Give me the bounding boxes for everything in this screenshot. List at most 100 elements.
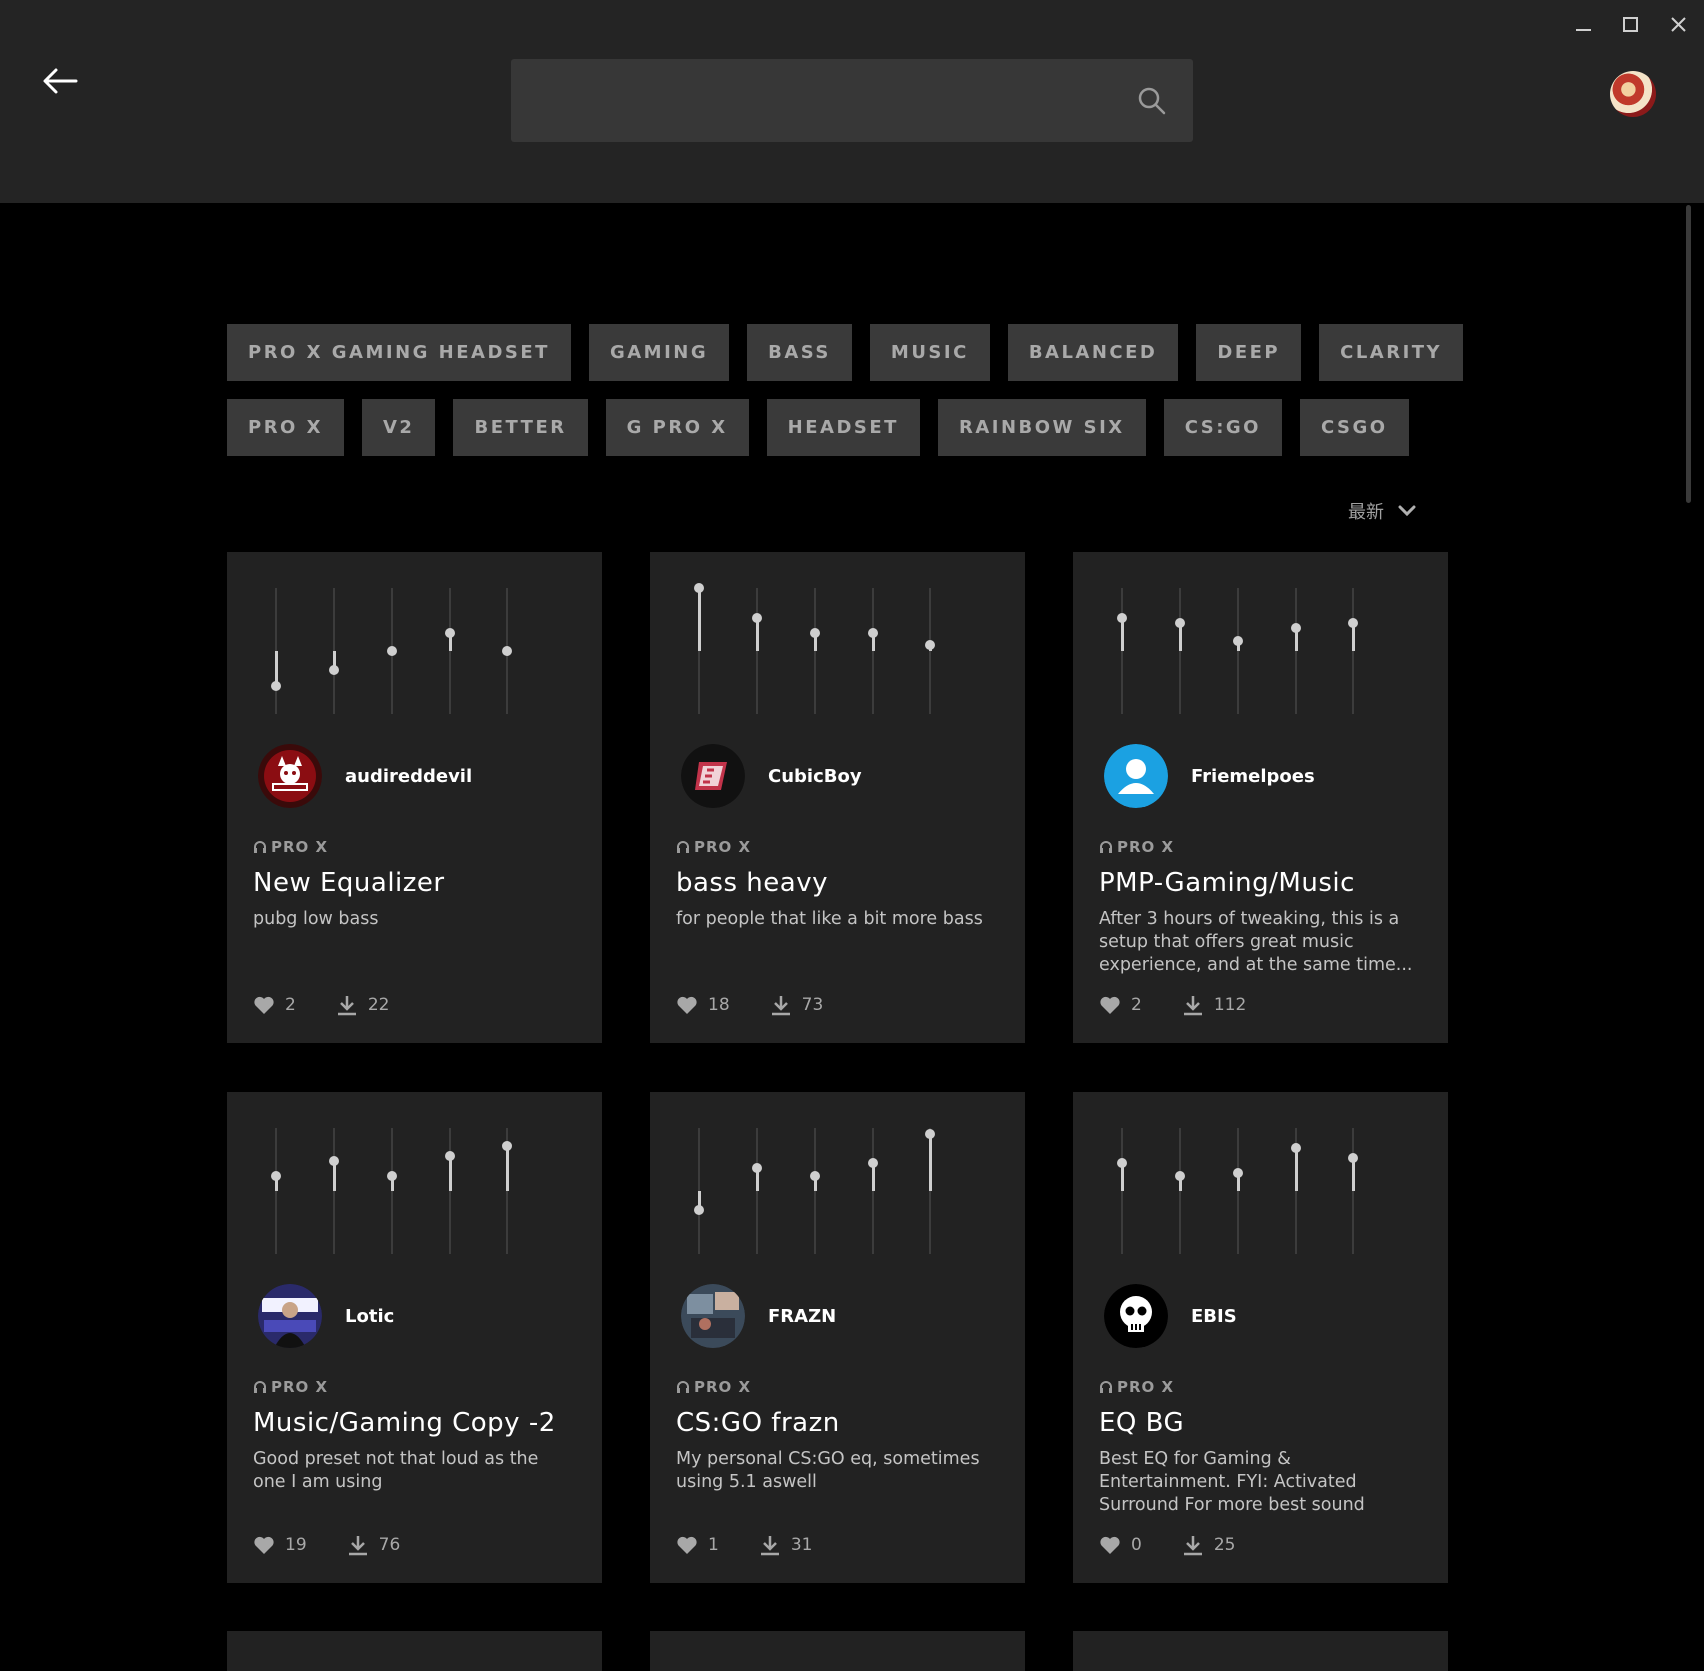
heart-icon[interactable] bbox=[676, 1535, 698, 1555]
tag-row: PRO X GAMING HEADSET GAMING BASS MUSIC B… bbox=[227, 324, 1487, 381]
back-button[interactable] bbox=[40, 66, 90, 106]
eq-band-knob bbox=[445, 1151, 455, 1161]
like-button[interactable]: 0 bbox=[1099, 1535, 1142, 1555]
download-button[interactable]: 76 bbox=[347, 1534, 401, 1556]
eq-band-knob bbox=[1233, 1168, 1243, 1178]
eq-band-fill bbox=[928, 1134, 932, 1191]
like-count: 2 bbox=[285, 995, 296, 1015]
minimize-button[interactable] bbox=[1570, 14, 1598, 38]
preset-card[interactable]: FRAZN PRO X CS:GO frazn My personal CS:GO e… bbox=[650, 1092, 1025, 1583]
preset-author[interactable]: EBIS bbox=[1104, 1284, 1237, 1348]
author-name: FRAZN bbox=[768, 1305, 837, 1327]
preset-card[interactable]: Lotic PRO X Music/Gaming Copy -2 Good prese… bbox=[227, 1092, 602, 1583]
download-button[interactable]: 112 bbox=[1182, 994, 1246, 1016]
tag-chip[interactable]: PRO X bbox=[227, 399, 344, 456]
like-button[interactable]: 2 bbox=[253, 995, 296, 1015]
search-icon[interactable] bbox=[1137, 86, 1167, 116]
heart-icon[interactable] bbox=[253, 1535, 275, 1555]
preset-description: After 3 hours of tweaking, this is a set… bbox=[1099, 909, 1413, 975]
user-avatar[interactable] bbox=[1610, 71, 1656, 117]
eq-band-track bbox=[872, 1128, 874, 1254]
search-input[interactable] bbox=[511, 59, 1111, 142]
eq-preview bbox=[1117, 588, 1401, 714]
eq-band-knob bbox=[329, 1156, 339, 1166]
like-button[interactable]: 1 bbox=[676, 1535, 719, 1555]
like-count: 18 bbox=[708, 995, 730, 1015]
tag-chip[interactable]: GAMING bbox=[588, 324, 730, 381]
preset-title: Music/Gaming Copy -2 bbox=[253, 1408, 556, 1438]
eq-band-track bbox=[814, 1128, 816, 1254]
scrollbar[interactable] bbox=[1686, 205, 1691, 503]
search-box[interactable] bbox=[511, 59, 1193, 142]
author-avatar bbox=[681, 744, 745, 808]
eq-band-fill bbox=[1294, 1148, 1298, 1191]
tag-chip[interactable]: DEEP bbox=[1196, 324, 1302, 381]
download-count: 76 bbox=[378, 1535, 401, 1555]
tag-chip[interactable]: BALANCED bbox=[1007, 324, 1179, 381]
preset-stats: 18 73 bbox=[676, 994, 863, 1016]
tag-chip[interactable]: BETTER bbox=[453, 399, 588, 456]
heart-icon[interactable] bbox=[676, 995, 698, 1015]
download-icon[interactable] bbox=[759, 1534, 781, 1556]
minimize-icon bbox=[1576, 29, 1591, 31]
tag-chip[interactable]: BASS bbox=[747, 324, 852, 381]
heart-icon[interactable] bbox=[1099, 1535, 1121, 1555]
preset-author[interactable]: FRAZN bbox=[681, 1284, 836, 1348]
preset-title: PMP-Gaming/Music bbox=[1099, 868, 1355, 898]
eq-band-knob bbox=[1348, 1153, 1358, 1163]
tag-chip[interactable]: G PRO X bbox=[605, 399, 749, 456]
download-icon[interactable] bbox=[336, 994, 358, 1016]
heart-icon[interactable] bbox=[253, 995, 275, 1015]
tag-chip[interactable]: HEADSET bbox=[766, 399, 920, 456]
download-icon[interactable] bbox=[1182, 994, 1204, 1016]
preset-author[interactable]: audireddevil bbox=[258, 744, 472, 808]
maximize-button[interactable] bbox=[1617, 14, 1645, 38]
device-name: PRO X bbox=[1117, 1378, 1175, 1396]
download-count: 25 bbox=[1213, 1535, 1236, 1555]
preset-card[interactable]: CubicBoy PRO X bass heavy for people that l… bbox=[650, 552, 1025, 1043]
tag-chip[interactable]: V2 bbox=[362, 399, 436, 456]
eq-band-track bbox=[1121, 1128, 1123, 1254]
tag-chip[interactable]: CSGO bbox=[1299, 399, 1409, 456]
preset-author[interactable]: CubicBoy bbox=[681, 744, 862, 808]
download-icon[interactable] bbox=[770, 994, 792, 1016]
preset-card[interactable]: Friemelpoes PRO X PMP-Gaming/Music After 3 … bbox=[1073, 552, 1448, 1043]
sort-dropdown[interactable]: 最新 bbox=[1348, 498, 1416, 524]
download-icon[interactable] bbox=[1182, 1534, 1204, 1556]
eq-preview bbox=[271, 588, 555, 714]
preset-card[interactable]: audireddevil PRO X New Equalizer pubg low b… bbox=[227, 552, 602, 1043]
device-label: PRO X bbox=[1099, 1378, 1174, 1396]
author-name: Lotic bbox=[345, 1305, 395, 1327]
eq-band-track bbox=[1179, 588, 1181, 714]
tag-chip[interactable]: RAINBOW SIX bbox=[937, 399, 1146, 456]
close-button[interactable] bbox=[1665, 14, 1693, 38]
eq-band-knob bbox=[1175, 618, 1185, 628]
preset-author[interactable]: Lotic bbox=[258, 1284, 394, 1348]
like-button[interactable]: 19 bbox=[253, 1535, 307, 1555]
author-avatar bbox=[1104, 744, 1168, 808]
download-button[interactable]: 31 bbox=[759, 1534, 812, 1556]
author-name: CubicBoy bbox=[768, 765, 862, 787]
preset-card[interactable] bbox=[227, 1631, 602, 1671]
preset-card[interactable] bbox=[1073, 1631, 1448, 1671]
download-button[interactable]: 25 bbox=[1182, 1534, 1236, 1556]
preset-card[interactable]: EBIS PRO X EQ BG Best EQ for Gaming & Enter… bbox=[1073, 1092, 1448, 1583]
preset-author[interactable]: Friemelpoes bbox=[1104, 744, 1315, 808]
eq-preview bbox=[694, 1128, 978, 1254]
download-button[interactable]: 73 bbox=[770, 994, 823, 1016]
preset-description: Good preset not that loud as the one I a… bbox=[253, 1449, 539, 1492]
tag-chip[interactable]: MUSIC bbox=[869, 324, 990, 381]
tag-chip[interactable]: PRO X GAMING HEADSET bbox=[227, 324, 571, 381]
heart-icon[interactable] bbox=[1099, 995, 1121, 1015]
eq-band-knob bbox=[1175, 1171, 1185, 1181]
tag-chip[interactable]: CS:GO bbox=[1163, 399, 1282, 456]
download-button[interactable]: 22 bbox=[336, 994, 389, 1016]
tag-chip[interactable]: CLARITY bbox=[1319, 324, 1464, 381]
author-avatar bbox=[681, 1284, 745, 1348]
preset-card[interactable] bbox=[650, 1631, 1025, 1671]
like-button[interactable]: 2 bbox=[1099, 995, 1142, 1015]
download-icon[interactable] bbox=[347, 1534, 369, 1556]
eq-band-knob bbox=[387, 1171, 397, 1181]
download-count: 112 bbox=[1213, 995, 1247, 1015]
like-button[interactable]: 18 bbox=[676, 995, 730, 1015]
